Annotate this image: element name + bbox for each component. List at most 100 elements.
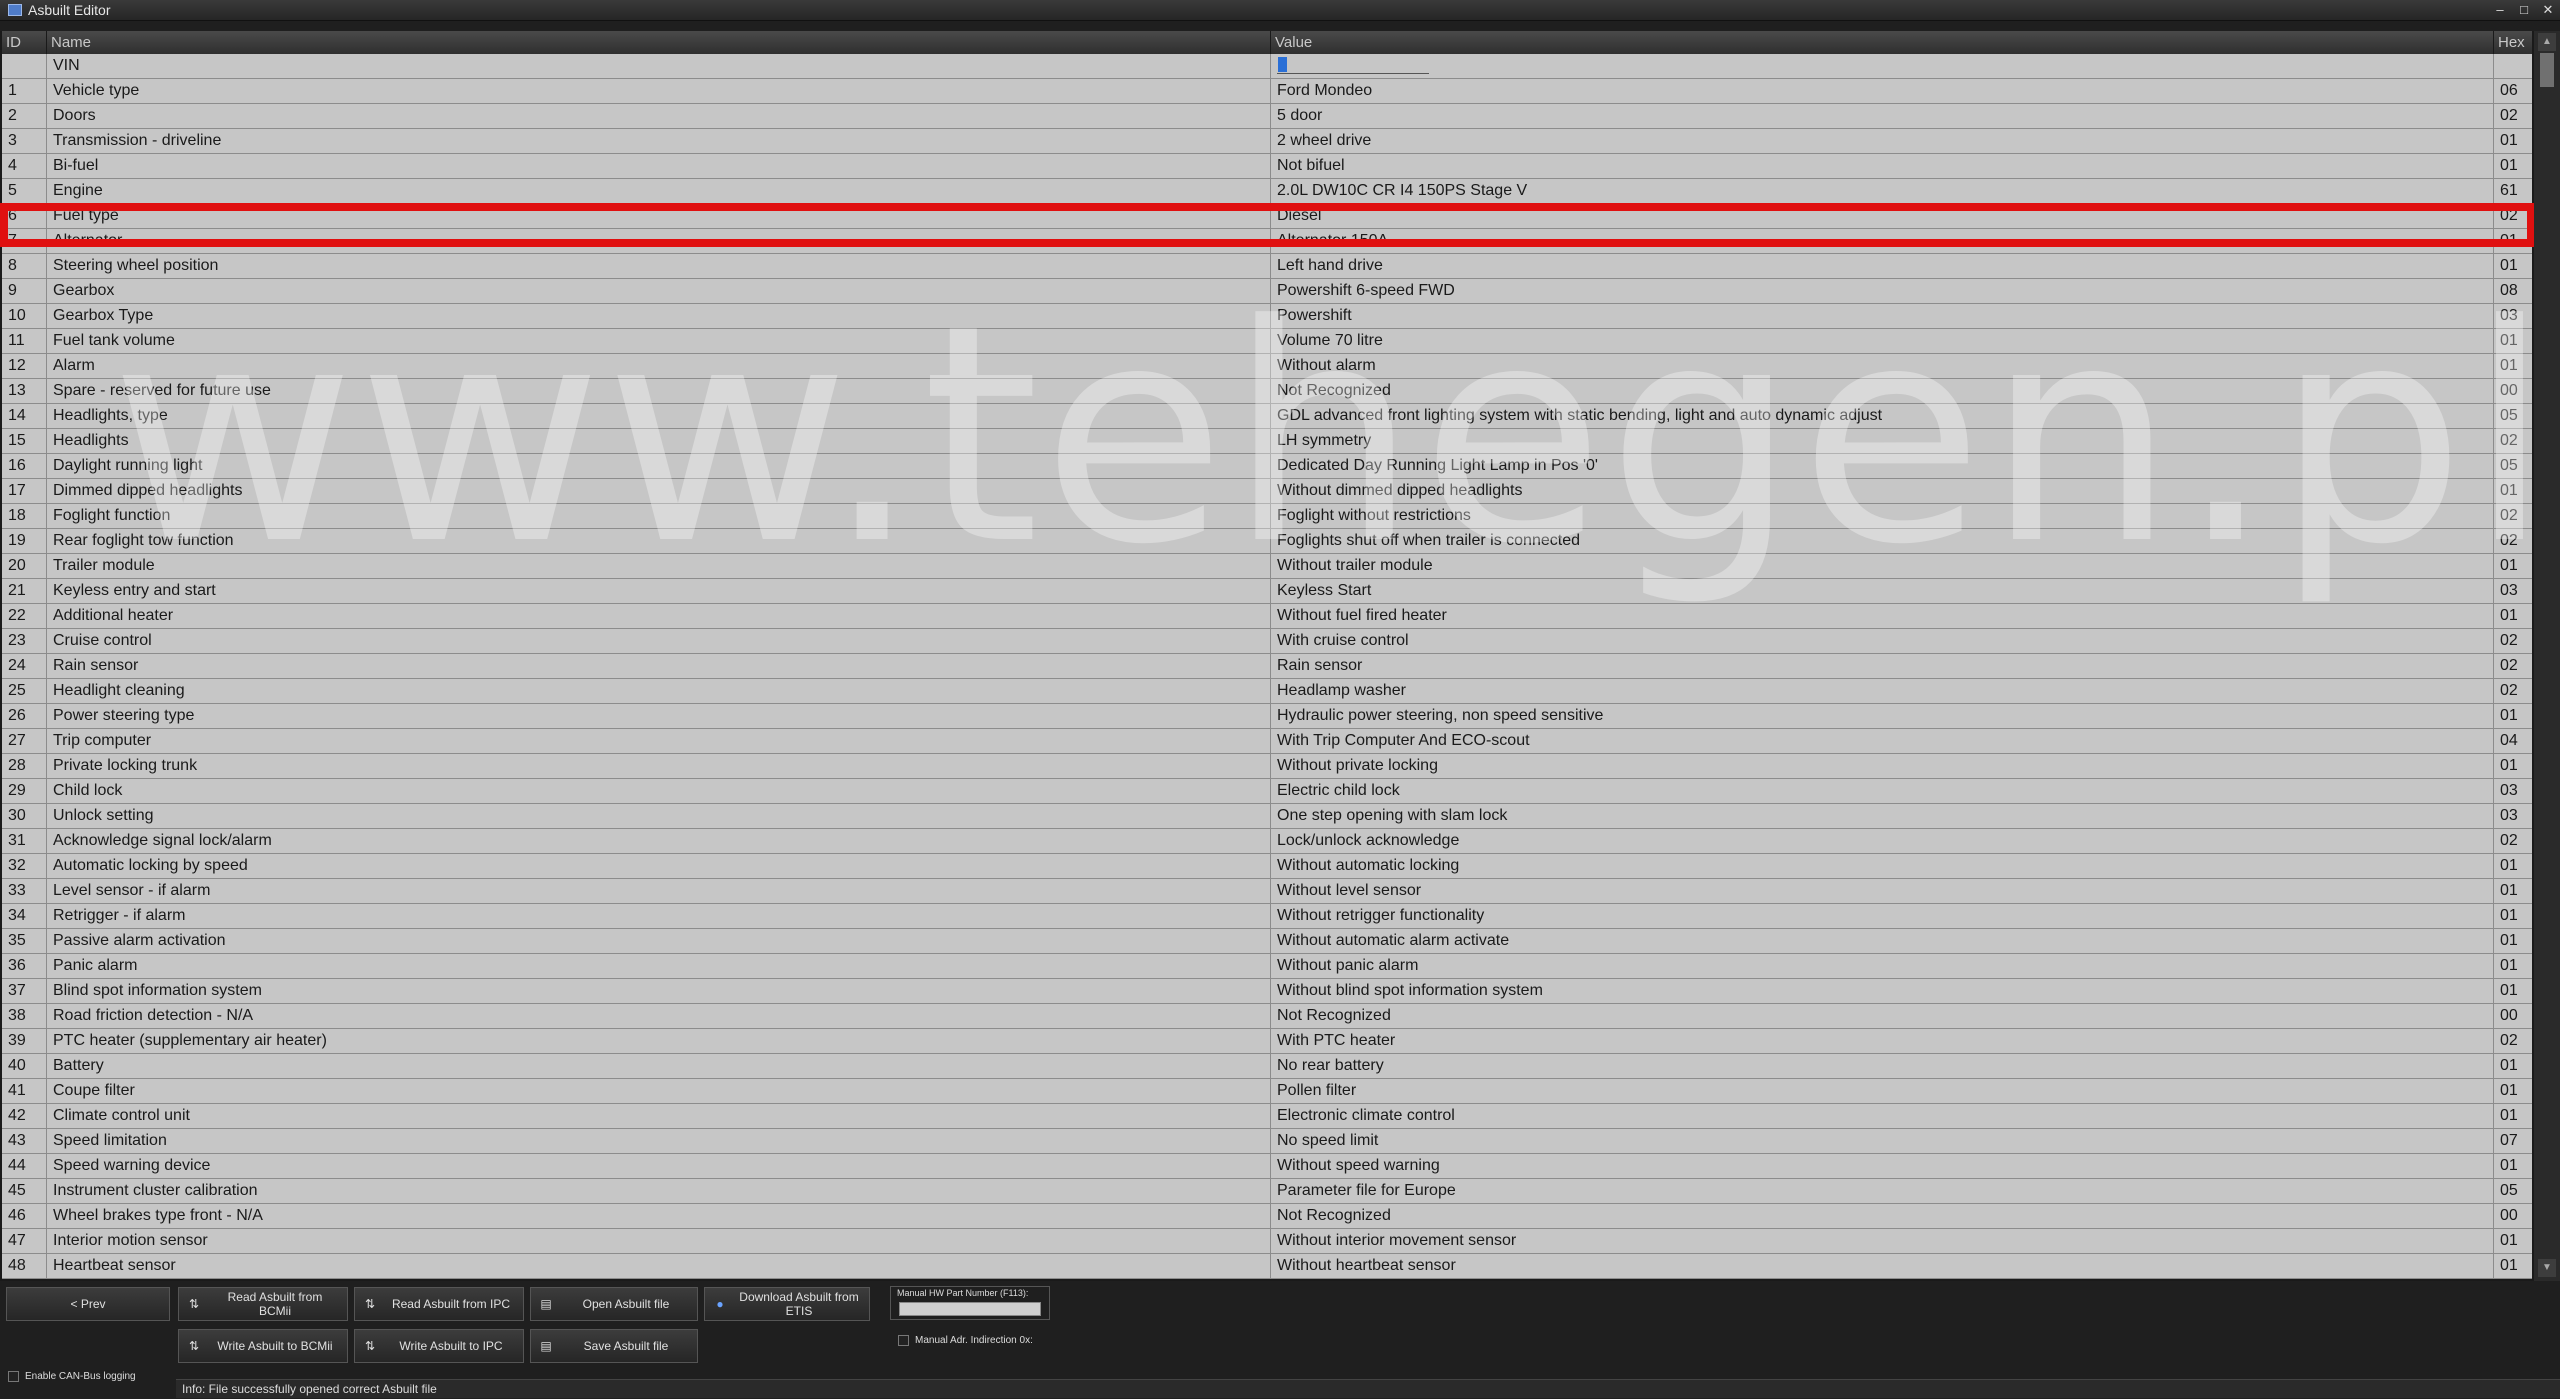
table-row[interactable]: 32 Automatic locking by speed Without auto… xyxy=(2,854,2532,879)
table-row[interactable]: 36 Panic alarm Without panic alarm 01 xyxy=(2,954,2532,979)
save-file-button[interactable]: ▤ Save Asbuilt file xyxy=(530,1329,698,1363)
row-value-cell[interactable]: Diesel xyxy=(1271,204,2494,228)
table-row[interactable]: 31 Acknowledge signal lock/alarm Lock/unlo… xyxy=(2,829,2532,854)
table-row[interactable]: 16 Daylight running light Dedicated Day Ru… xyxy=(2,454,2532,479)
row-value-cell[interactable]: Pollen filter xyxy=(1271,1079,2494,1103)
scroll-thumb[interactable] xyxy=(2540,53,2554,87)
row-value-cell[interactable]: Without private locking xyxy=(1271,754,2494,778)
row-value-cell[interactable]: No rear battery xyxy=(1271,1054,2494,1078)
row-value-cell[interactable]: Without level sensor xyxy=(1271,879,2494,903)
table-row[interactable]: 41 Coupe filter Pollen filter 01 xyxy=(2,1079,2532,1104)
row-value-cell[interactable]: Without panic alarm xyxy=(1271,954,2494,978)
table-row[interactable]: 2 Doors 5 door 02 xyxy=(2,104,2532,129)
read-ipc-button[interactable]: ⇅ Read Asbuilt from IPC xyxy=(354,1287,524,1321)
table-row[interactable]: 42 Climate control unit Electronic climate… xyxy=(2,1104,2532,1129)
table-row[interactable]: 12 Alarm Without alarm 01 xyxy=(2,354,2532,379)
table-row[interactable]: 11 Fuel tank volume Volume 70 litre 01 xyxy=(2,329,2532,354)
row-value-cell[interactable]: Ford Mondeo xyxy=(1271,79,2494,103)
row-value-cell[interactable]: Hydraulic power steering, non speed sens… xyxy=(1271,704,2494,728)
row-value-cell[interactable]: Powershift xyxy=(1271,304,2494,328)
manual-adr-checkbox[interactable]: Manual Adr. Indirection 0x: xyxy=(898,1335,1033,1346)
row-value-cell[interactable]: Not Recognized xyxy=(1271,379,2494,403)
read-bcm-button[interactable]: ⇅ Read Asbuilt from BCMii xyxy=(178,1287,348,1321)
table-row[interactable]: 7 Alternator Alternator 150A 01 xyxy=(2,229,2532,254)
table-row[interactable]: 43 Speed limitation No speed limit 07 xyxy=(2,1129,2532,1154)
table-row[interactable]: 23 Cruise control With cruise control 02 xyxy=(2,629,2532,654)
write-ipc-button[interactable]: ⇅ Write Asbuilt to IPC xyxy=(354,1329,524,1363)
row-value-cell[interactable]: With PTC heater xyxy=(1271,1029,2494,1053)
row-value-cell[interactable]: Foglight without restrictions xyxy=(1271,504,2494,528)
can-logging-checkbox[interactable]: Enable CAN-Bus logging xyxy=(8,1371,136,1382)
row-value-cell[interactable]: 5 door xyxy=(1271,104,2494,128)
row-value-cell[interactable]: One step opening with slam lock xyxy=(1271,804,2494,828)
table-row[interactable]: 38 Road friction detection - N/A Not Recog… xyxy=(2,1004,2532,1029)
row-value-cell[interactable]: Rain sensor xyxy=(1271,654,2494,678)
column-header-value[interactable]: Value xyxy=(1271,31,2494,54)
checkbox-box[interactable] xyxy=(8,1371,19,1382)
row-value-cell[interactable]: Headlamp washer xyxy=(1271,679,2494,703)
row-value-cell[interactable]: Not Recognized xyxy=(1271,1204,2494,1228)
table-row[interactable]: 48 Heartbeat sensor Without heartbeat sens… xyxy=(2,1254,2532,1279)
table-row[interactable]: 10 Gearbox Type Powershift 03 xyxy=(2,304,2532,329)
row-value-cell[interactable]: LH symmetry xyxy=(1271,429,2494,453)
row-value-cell[interactable]: Volume 70 litre xyxy=(1271,329,2494,353)
row-value-cell[interactable]: Without dimmed dipped headlights xyxy=(1271,479,2494,503)
checkbox-box[interactable] xyxy=(898,1335,909,1346)
column-header-hex[interactable]: Hex xyxy=(2494,31,2532,54)
table-row[interactable]: 21 Keyless entry and start Keyless Start 03 xyxy=(2,579,2532,604)
row-value-cell[interactable]: Not Recognized xyxy=(1271,1004,2494,1028)
row-value-cell[interactable]: Without fuel fired heater xyxy=(1271,604,2494,628)
table-row[interactable]: 5 Engine 2.0L DW10C CR I4 150PS Stage V 61 xyxy=(2,179,2532,204)
table-row[interactable]: 34 Retrigger - if alarm Without retrigger … xyxy=(2,904,2532,929)
write-bcm-button[interactable]: ⇅ Write Asbuilt to BCMii xyxy=(178,1329,348,1363)
row-value-cell[interactable]: Without automatic locking xyxy=(1271,854,2494,878)
hw-part-input[interactable] xyxy=(899,1302,1041,1316)
table-row[interactable]: 18 Foglight function Foglight without rest… xyxy=(2,504,2532,529)
maximize-button[interactable]: □ xyxy=(2518,0,2530,20)
table-row[interactable]: 8 Steering wheel position Left hand drive 0… xyxy=(2,254,2532,279)
table-row[interactable]: 33 Level sensor - if alarm Without level s… xyxy=(2,879,2532,904)
scroll-down-arrow-icon[interactable]: ▼ xyxy=(2538,1259,2556,1277)
table-row[interactable]: 47 Interior motion sensor Without interior… xyxy=(2,1229,2532,1254)
table-row[interactable]: 45 Instrument cluster calibration Paramete… xyxy=(2,1179,2532,1204)
row-value-cell[interactable]: No speed limit xyxy=(1271,1129,2494,1153)
table-row[interactable]: 4 Bi-fuel Not bifuel 01 xyxy=(2,154,2532,179)
scroll-up-arrow-icon[interactable]: ▲ xyxy=(2538,33,2556,51)
table-row[interactable]: 26 Power steering type Hydraulic power ste… xyxy=(2,704,2532,729)
row-value-cell[interactable]: Without automatic alarm activate xyxy=(1271,929,2494,953)
minimize-button[interactable]: – xyxy=(2494,0,2506,20)
row-value-cell[interactable]: Without interior movement sensor xyxy=(1271,1229,2494,1253)
column-header-id[interactable]: ID xyxy=(2,31,47,54)
table-row[interactable]: 13 Spare - reserved for future use Not Rec… xyxy=(2,379,2532,404)
table-row[interactable]: 35 Passive alarm activation Without automa… xyxy=(2,929,2532,954)
table-row[interactable]: 37 Blind spot information system Without b… xyxy=(2,979,2532,1004)
table-row[interactable]: 39 PTC heater (supplementary air heater) W… xyxy=(2,1029,2532,1054)
row-value-cell[interactable]: Without retrigger functionality xyxy=(1271,904,2494,928)
row-value-cell[interactable]: Without heartbeat sensor xyxy=(1271,1254,2494,1278)
row-value-cell[interactable]: Lock/unlock acknowledge xyxy=(1271,829,2494,853)
table-row[interactable]: 44 Speed warning device Without speed warn… xyxy=(2,1154,2532,1179)
row-value-cell[interactable]: Dedicated Day Running Light Lamp in Pos … xyxy=(1271,454,2494,478)
close-button[interactable]: ✕ xyxy=(2542,0,2554,20)
table-row[interactable]: 46 Wheel brakes type front - N/A Not Recog… xyxy=(2,1204,2532,1229)
table-row[interactable]: 15 Headlights LH symmetry 02 xyxy=(2,429,2532,454)
column-header-name[interactable]: Name xyxy=(47,31,1271,54)
row-value-cell[interactable]: Not bifuel xyxy=(1271,154,2494,178)
table-row[interactable]: 14 Headlights, type GDL advanced front lig… xyxy=(2,404,2532,429)
row-value-cell[interactable]: Keyless Start xyxy=(1271,579,2494,603)
table-row[interactable]: 25 Headlight cleaning Headlamp washer 02 xyxy=(2,679,2532,704)
table-row[interactable]: 3 Transmission - driveline 2 wheel drive 01 xyxy=(2,129,2532,154)
table-row[interactable]: 22 Additional heater Without fuel fired he… xyxy=(2,604,2532,629)
row-value-cell[interactable]: Electric child lock xyxy=(1271,779,2494,803)
table-row[interactable]: 17 Dimmed dipped headlights Without dimmed… xyxy=(2,479,2532,504)
row-value-cell[interactable]: Without speed warning xyxy=(1271,1154,2494,1178)
row-value-cell[interactable]: Alternator 150A xyxy=(1271,229,2494,253)
prev-button[interactable]: < Prev xyxy=(6,1287,170,1321)
row-value-cell[interactable]: Left hand drive xyxy=(1271,254,2494,278)
vin-input[interactable] xyxy=(1277,57,1429,75)
table-row[interactable]: 1 Vehicle type Ford Mondeo 06 xyxy=(2,79,2532,104)
vin-row[interactable]: VIN xyxy=(2,54,2532,79)
vertical-scrollbar[interactable]: ▲ ▼ xyxy=(2534,31,2560,1281)
row-value-cell[interactable]: 2 wheel drive xyxy=(1271,129,2494,153)
row-value-cell[interactable]: GDL advanced front lighting system with … xyxy=(1271,404,2494,428)
